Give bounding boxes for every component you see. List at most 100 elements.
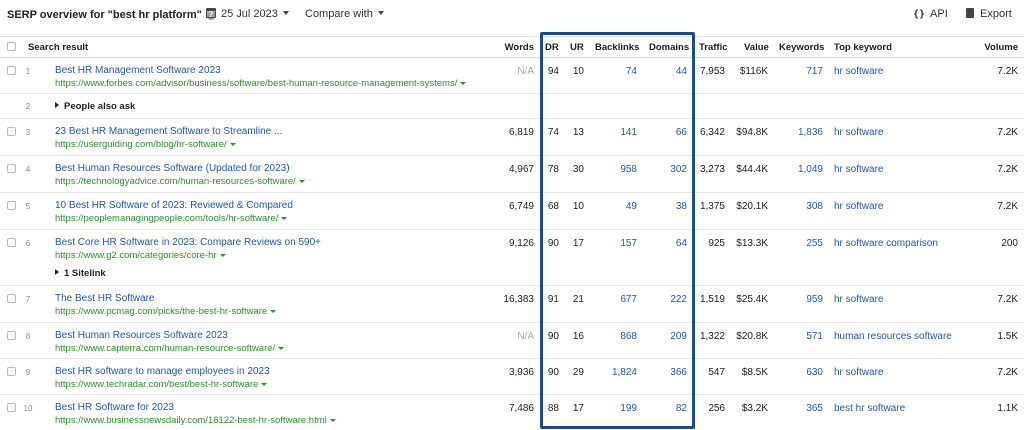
top-keyword-link[interactable]: hr software — [834, 164, 883, 175]
sitelink-toggle[interactable]: 1 Sitelink — [55, 268, 106, 279]
chevron-down-icon[interactable] — [329, 419, 336, 422]
backlinks-link[interactable]: 199 — [590, 403, 637, 414]
top-keyword-link[interactable]: hr software — [834, 127, 883, 138]
result-url-text: https://technologyadvice.com/human-resou… — [55, 176, 296, 187]
backlinks-link[interactable]: 868 — [590, 331, 637, 342]
result-title-link[interactable]: 10 Best HR Software of 2023: Reviewed & … — [55, 200, 293, 211]
result-url[interactable]: https://www.capterra.com/human-resource-… — [55, 343, 285, 354]
row-position: 1 — [25, 67, 31, 76]
row-checkbox[interactable] — [7, 331, 16, 340]
keywords-link[interactable]: 959 — [775, 294, 823, 305]
col-traffic[interactable]: Traffic — [699, 42, 728, 53]
col-top-keyword[interactable]: Top keyword — [834, 42, 892, 53]
traffic-value: 256 — [708, 403, 725, 414]
domains-link[interactable]: 366 — [640, 367, 687, 378]
result-title-link[interactable]: Best HR Software for 2023 — [55, 402, 174, 413]
domains-link[interactable]: 209 — [640, 331, 687, 342]
date-picker[interactable]: 25 Jul 2023 — [206, 8, 289, 20]
row-checkbox[interactable] — [7, 367, 16, 376]
backlinks-link[interactable]: 74 — [590, 66, 637, 77]
result-url[interactable]: https://technologyadvice.com/human-resou… — [55, 176, 305, 187]
backlinks-link[interactable]: 157 — [590, 238, 637, 249]
result-title-link[interactable]: Best Core HR Software in 2023: Compare R… — [55, 237, 321, 248]
row-checkbox[interactable] — [7, 164, 16, 173]
top-keyword-link[interactable]: hr software — [834, 294, 883, 305]
row-checkbox[interactable] — [7, 238, 16, 247]
result-title-link[interactable]: Best HR Management Software 2023 — [55, 65, 221, 76]
col-domains[interactable]: Domains — [649, 42, 689, 53]
col-volume[interactable]: Volume — [968, 42, 1018, 53]
domains-link[interactable]: 44 — [640, 66, 687, 77]
backlinks-link[interactable]: 958 — [590, 164, 637, 175]
chevron-down-icon[interactable] — [270, 310, 277, 313]
result-title-link[interactable]: The Best HR Software — [55, 293, 154, 304]
chevron-down-icon[interactable] — [229, 143, 236, 146]
result-url[interactable]: https://www.businessnewsdaily.com/16122-… — [55, 415, 336, 426]
result-url[interactable]: https://peoplemanagingpeople.com/tools/h… — [55, 213, 288, 224]
top-keyword-link[interactable]: hr software — [834, 201, 883, 212]
domains-link[interactable]: 82 — [640, 403, 687, 414]
col-search-result[interactable]: Search result — [28, 42, 88, 53]
table-row: 5 10 Best HR Software of 2023: Reviewed … — [0, 193, 1024, 230]
domains-link[interactable]: 222 — [640, 294, 687, 305]
backlinks-link[interactable]: 677 — [590, 294, 637, 305]
result-url[interactable]: https://www.forbes.com/advisor/business/… — [55, 78, 467, 89]
row-checkbox[interactable] — [7, 127, 16, 136]
keywords-link[interactable]: 717 — [775, 66, 823, 77]
row-checkbox[interactable] — [7, 201, 16, 210]
keywords-link[interactable]: 571 — [775, 331, 823, 342]
top-keyword-link[interactable]: hr software comparison — [834, 238, 938, 249]
result-title-link[interactable]: 23 Best HR Management Software to Stream… — [55, 126, 282, 137]
result-url[interactable]: https://www.techradar.com/best/best-hr-s… — [55, 379, 268, 390]
sitelink-label: 1 Sitelink — [64, 268, 106, 279]
result-title-link[interactable]: Best Human Resources Software (Updated f… — [55, 163, 290, 174]
compare-with-dropdown[interactable]: Compare with — [305, 8, 384, 20]
top-keyword-link[interactable]: hr software — [834, 66, 883, 77]
col-words[interactable]: Words — [484, 42, 534, 53]
chevron-down-icon[interactable] — [219, 254, 226, 257]
col-dr[interactable]: DR — [545, 42, 559, 53]
top-keyword-link[interactable]: best hr software — [834, 403, 905, 414]
result-url[interactable]: https://www.pcmag.com/picks/the-best-hr-… — [55, 306, 277, 317]
value-value: $20.8K — [736, 331, 768, 342]
domains-link[interactable]: 302 — [640, 164, 687, 175]
row-checkbox[interactable] — [7, 66, 16, 75]
keywords-link[interactable]: 630 — [775, 367, 823, 378]
result-url[interactable]: https://www.g2.com/categories/core-hr — [55, 250, 226, 261]
row-checkbox[interactable] — [7, 294, 16, 303]
select-all-checkbox[interactable] — [7, 42, 16, 51]
domains-link[interactable]: 38 — [640, 201, 687, 212]
col-ur[interactable]: UR — [570, 42, 584, 53]
keywords-link[interactable]: 365 — [775, 403, 823, 414]
export-button[interactable]: Export — [966, 8, 1012, 20]
domains-link[interactable]: 64 — [640, 238, 687, 249]
backlinks-link[interactable]: 1,824 — [590, 367, 637, 378]
col-backlinks[interactable]: Backlinks — [595, 42, 639, 53]
dr-value: 68 — [547, 201, 559, 212]
result-title-link[interactable]: Best Human Resources Software 2023 — [55, 330, 228, 341]
keywords-link[interactable]: 255 — [775, 238, 823, 249]
chevron-down-icon[interactable] — [261, 383, 268, 386]
row-checkbox[interactable] — [7, 403, 16, 412]
keywords-link[interactable]: 1,836 — [775, 127, 823, 138]
result-url[interactable]: https://userguiding.com/blog/hr-software… — [55, 139, 236, 150]
chevron-down-icon[interactable] — [460, 82, 467, 85]
keywords-link[interactable]: 308 — [775, 201, 823, 212]
backlinks-link[interactable]: 141 — [590, 127, 637, 138]
api-button[interactable]: {} API — [913, 8, 948, 20]
top-keyword-link[interactable]: human resources software — [834, 331, 952, 342]
people-also-ask-toggle[interactable]: People also ask — [55, 101, 135, 112]
words-value: 6,819 — [508, 127, 534, 138]
chevron-down-icon[interactable] — [281, 217, 288, 220]
chevron-down-icon[interactable] — [278, 347, 285, 350]
keywords-link[interactable]: 1,049 — [775, 164, 823, 175]
top-keyword-link[interactable]: hr software — [834, 367, 883, 378]
col-keywords[interactable]: Keywords — [779, 42, 824, 53]
domains-link[interactable]: 66 — [640, 127, 687, 138]
value-value: $116K — [739, 66, 768, 77]
backlinks-link[interactable]: 49 — [590, 201, 637, 212]
col-value[interactable]: Value — [744, 42, 769, 53]
result-title-link[interactable]: Best HR software to manage employees in … — [55, 366, 270, 377]
chevron-down-icon[interactable] — [298, 180, 305, 183]
toolbar: SERP overview for "best hr platform"? 25… — [0, 0, 1024, 32]
